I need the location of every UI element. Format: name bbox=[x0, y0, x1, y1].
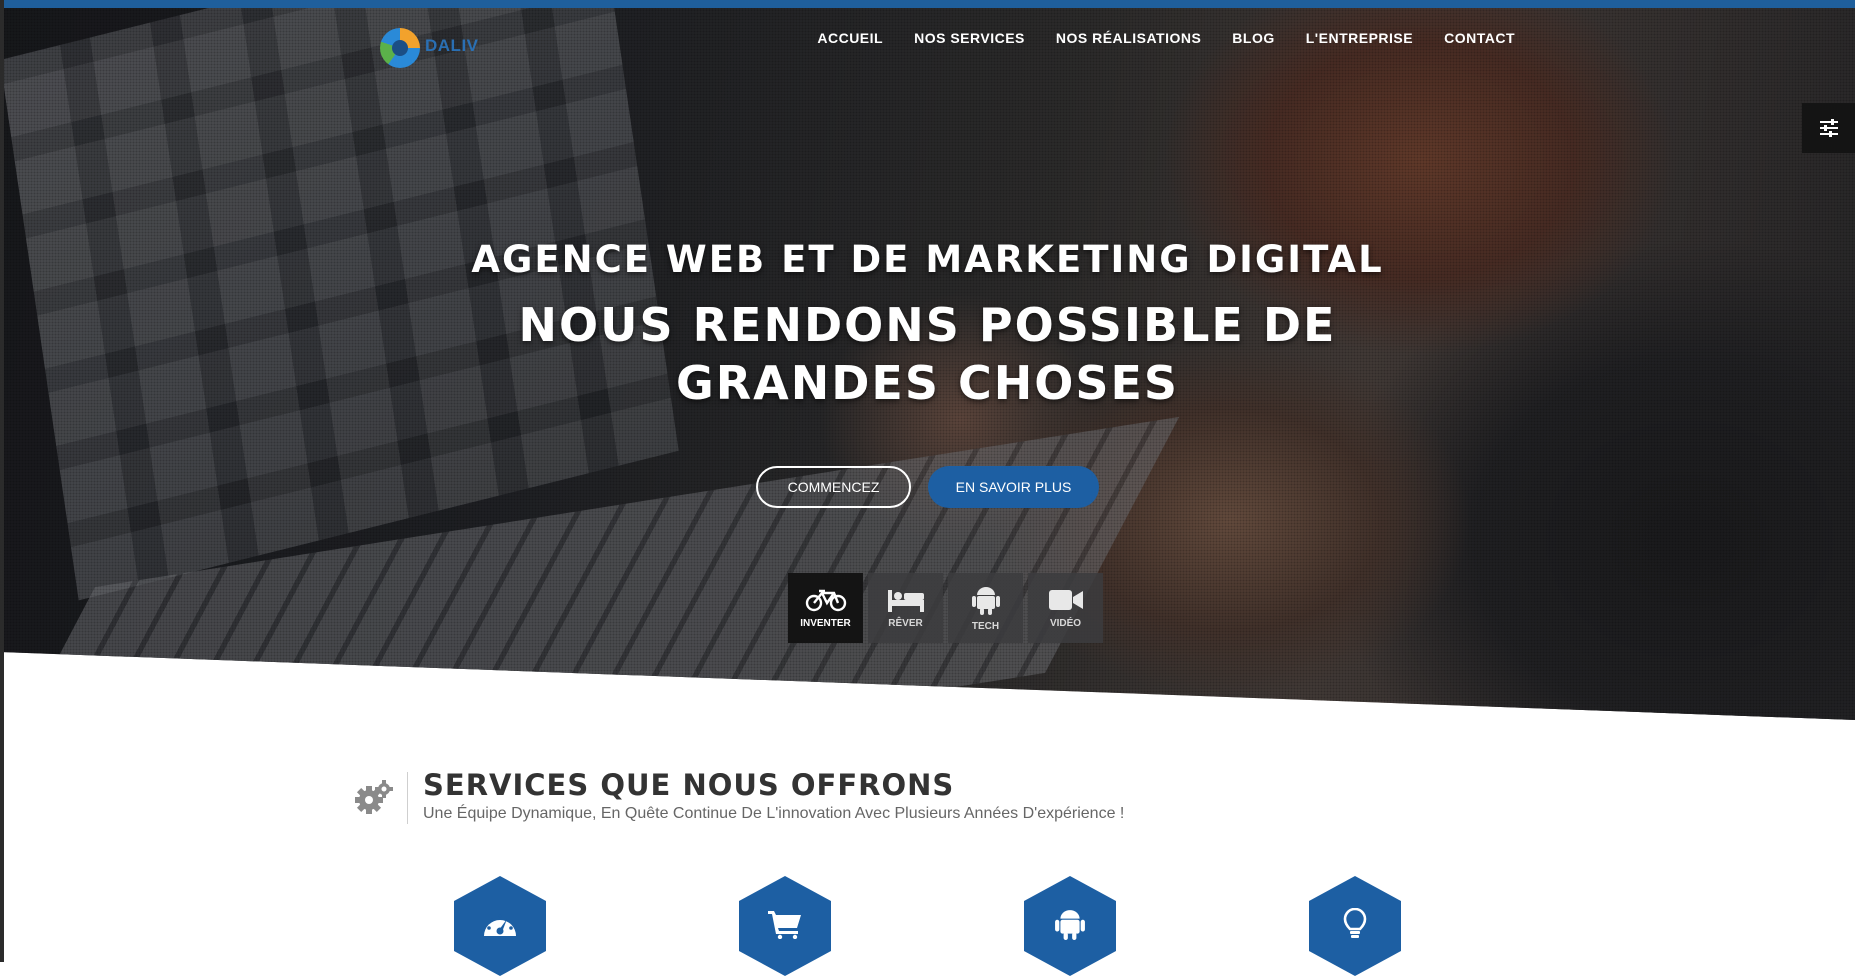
shopping-cart-icon bbox=[768, 911, 801, 939]
video-camera-icon bbox=[1048, 589, 1083, 610]
logo-mark-icon bbox=[380, 28, 420, 68]
tab-tech[interactable]: TECH bbox=[948, 573, 1023, 643]
tab-label: TECH bbox=[971, 620, 1000, 632]
tab-label: INVENTER bbox=[800, 617, 851, 629]
logo-text: DALIV bbox=[425, 36, 479, 55]
nav-menu: ACCUEIL NOS SERVICES NOS RÉALISATIONS BL… bbox=[817, 30, 1515, 46]
hero-headline-line-2: GRANDES CHOSES bbox=[675, 356, 1180, 410]
main-navigation: DALIV ACCUEIL NOS SERVICES NOS RÉALISATI… bbox=[0, 8, 1855, 68]
tab-rever[interactable]: RÊVER bbox=[868, 573, 943, 643]
bicycle-icon bbox=[805, 589, 846, 611]
bed-icon bbox=[887, 589, 924, 612]
hero-tabs: INVENTER RÊVER TECH VIDÉO bbox=[788, 573, 1103, 643]
nav-item-accueil[interactable]: ACCUEIL bbox=[817, 30, 883, 46]
lightbulb-icon bbox=[1343, 908, 1367, 938]
android-icon bbox=[971, 586, 1000, 615]
nav-item-entreprise[interactable]: L'ENTREPRISE bbox=[1306, 30, 1413, 46]
hero-title: AGENCE WEB ET DE MARKETING DIGITAL bbox=[471, 238, 1384, 281]
nav-item-blog[interactable]: BLOG bbox=[1232, 30, 1274, 46]
dashboard-icon bbox=[484, 914, 516, 936]
nav-item-nos-realisations[interactable]: NOS RÉALISATIONS bbox=[1056, 30, 1201, 46]
commencez-button[interactable]: COMMENCEZ bbox=[756, 466, 911, 508]
settings-panel-toggle[interactable] bbox=[1802, 103, 1855, 153]
hero-headline: NOUS RENDONS POSSIBLE DE GRANDES CHOSES bbox=[0, 296, 1855, 412]
tab-label: VIDÉO bbox=[1049, 617, 1082, 629]
gears-icon bbox=[355, 780, 393, 819]
tab-label: RÊVER bbox=[888, 617, 923, 629]
services-title: SERVICES QUE NOUS OFFRONS bbox=[423, 768, 955, 802]
top-accent-bar bbox=[0, 0, 1855, 8]
nav-item-contact[interactable]: CONTACT bbox=[1444, 30, 1515, 46]
tab-video[interactable]: VIDÉO bbox=[1028, 573, 1103, 643]
android-icon bbox=[1055, 910, 1085, 940]
sliders-icon bbox=[1819, 119, 1838, 137]
title-divider bbox=[407, 772, 408, 824]
site-logo[interactable]: DALIV bbox=[380, 24, 490, 68]
nav-item-nos-services[interactable]: NOS SERVICES bbox=[914, 30, 1025, 46]
en-savoir-plus-button[interactable]: EN SAVOIR PLUS bbox=[928, 466, 1099, 508]
hero-headline-line-1: NOUS RENDONS POSSIBLE DE bbox=[518, 298, 1337, 352]
tab-inventer[interactable]: INVENTER bbox=[788, 573, 863, 643]
services-subtitle: Une Équipe Dynamique, En Quête Continue … bbox=[423, 805, 1125, 822]
window-border bbox=[0, 0, 4, 962]
